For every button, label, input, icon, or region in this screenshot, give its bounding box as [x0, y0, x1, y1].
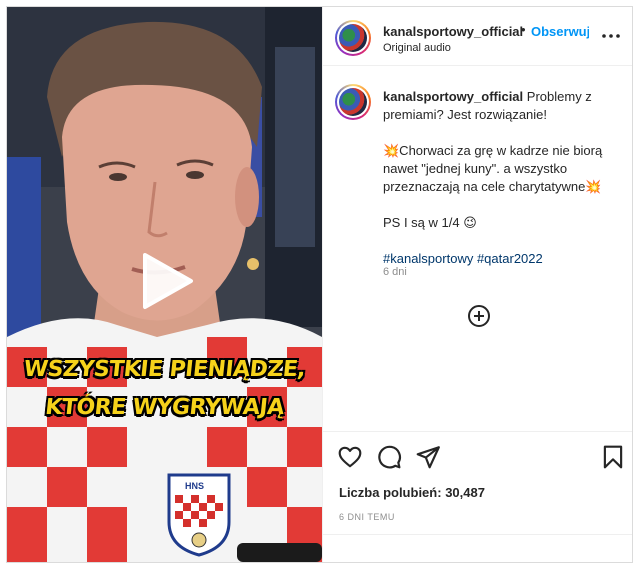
follow-button[interactable]: Obserwuj	[531, 24, 589, 39]
play-button[interactable]	[135, 251, 195, 311]
author-avatar[interactable]	[335, 20, 371, 56]
save-button[interactable]	[600, 444, 626, 470]
caption-ps: PS I są w 1/4 😉	[383, 215, 477, 230]
caption-text: kanalsportowy_official Problemy z premia…	[383, 88, 615, 268]
comment-button[interactable]	[376, 444, 402, 470]
likes-count: 30,487	[445, 485, 485, 500]
audio-label[interactable]: Original audio	[383, 42, 451, 54]
play-icon	[143, 253, 193, 309]
bookmark-icon	[603, 445, 623, 469]
caption-hashtags: #kanalsportowy #qatar2022	[383, 250, 615, 268]
heart-icon	[338, 446, 362, 468]
caption-time[interactable]: 6 dni	[383, 266, 407, 278]
share-button[interactable]	[415, 444, 441, 470]
post-actions: Liczba polubień: 30,487 6 DNI TEMU	[323, 431, 632, 562]
likes-label: Liczba polubień:	[339, 485, 442, 500]
post-side-panel: kanalsportowy_official • Obserwuj Origin…	[322, 7, 632, 562]
caption-username[interactable]: kanalsportowy_official	[383, 89, 523, 104]
hashtag-link[interactable]: #kanalsportowy	[383, 251, 473, 266]
hashtag-link[interactable]: #qatar2022	[477, 251, 543, 266]
more-horizontal-icon	[602, 34, 620, 38]
badge-text: HNS	[185, 481, 205, 491]
video-subtitle-line-1: WSZYSTKIE PIENIĄDZE,	[22, 357, 307, 382]
like-button[interactable]	[337, 444, 363, 470]
caption-section: kanalsportowy_official Problemy z premia…	[323, 67, 632, 429]
caption-avatar[interactable]	[335, 84, 371, 120]
comment-bar	[323, 534, 632, 562]
likes-summary[interactable]: Liczba polubień: 30,487	[339, 485, 485, 500]
caption-body: 💥Chorwaci za grę w kadrze nie biorą nawe…	[383, 143, 603, 194]
separator-dot: •	[521, 22, 526, 37]
video-subtitle-line-2: KTÓRE WYGRYWAJĄ	[44, 395, 285, 420]
send-icon	[416, 446, 440, 469]
video-player[interactable]: HNS WSZYSTKIE PIENIĄDZE, KTÓRE WYGRYWAJĄ	[7, 7, 322, 562]
load-more-comments-button[interactable]	[467, 304, 491, 328]
comment-icon	[378, 445, 401, 469]
plus-circle-icon	[468, 305, 490, 327]
author-username[interactable]: kanalsportowy_official	[383, 24, 523, 39]
post-dialog: HNS WSZYSTKIE PIENIĄDZE, KTÓRE WYGRYWAJĄ…	[6, 6, 633, 563]
more-options-button[interactable]	[599, 26, 623, 46]
post-header: kanalsportowy_official • Obserwuj Origin…	[323, 7, 632, 66]
post-date[interactable]: 6 DNI TEMU	[339, 512, 395, 522]
